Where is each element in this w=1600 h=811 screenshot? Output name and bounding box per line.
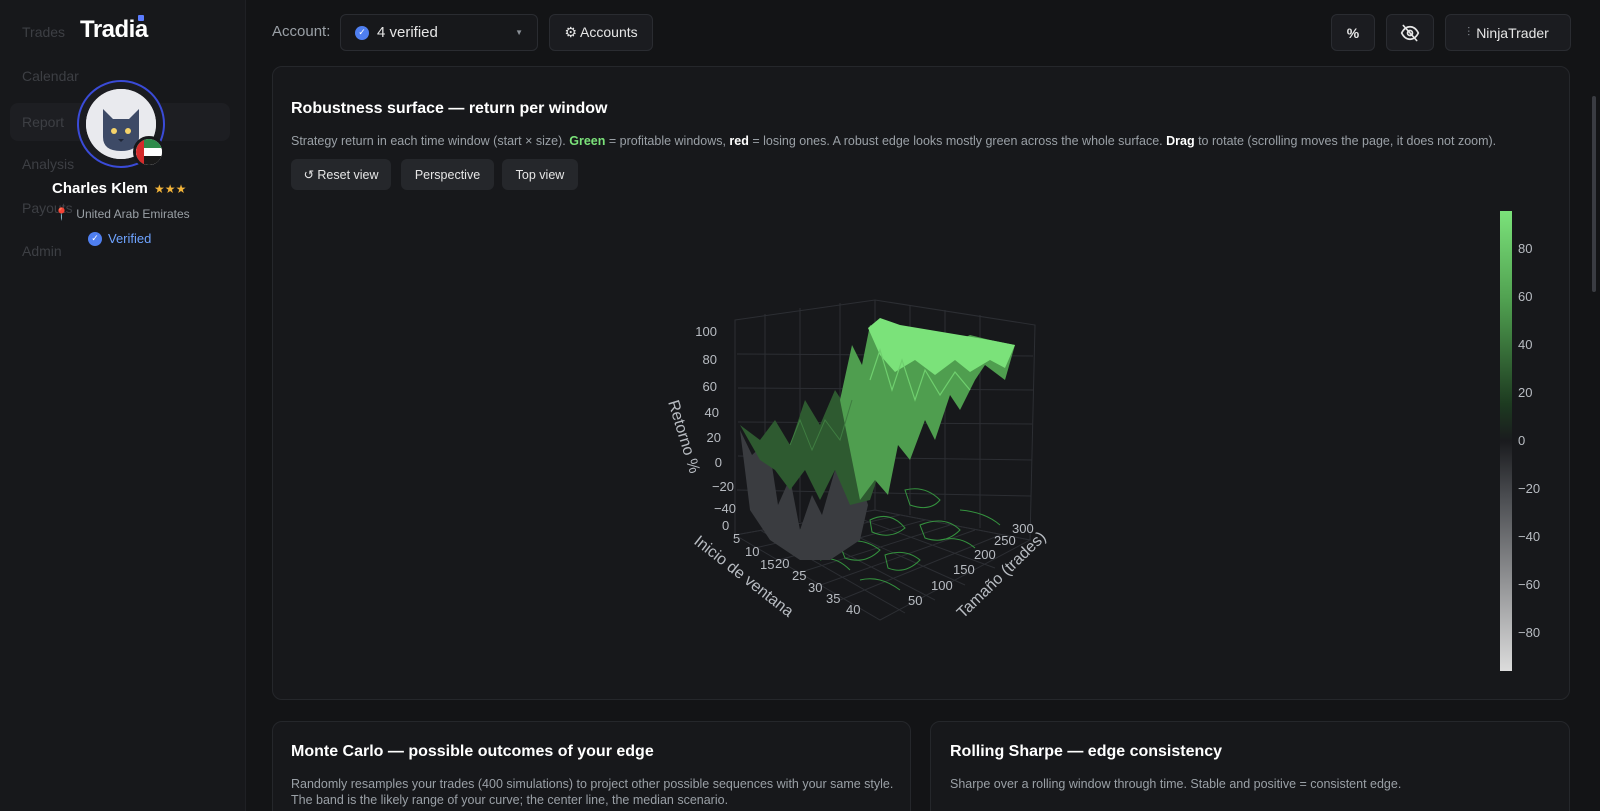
x-tick-4: 20 — [775, 556, 789, 571]
colorbar-gradient — [1500, 211, 1512, 671]
y-axis: 50 100 150 200 250 300 Tamaño (trades) — [908, 521, 1050, 622]
montecarlo-title: Monte Carlo — possible outcomes of your … — [291, 743, 654, 760]
colorbar-tick-8: −80 — [1518, 625, 1540, 640]
z-tick-2: 60 — [703, 379, 717, 394]
colorbar-tick-6: −40 — [1518, 529, 1540, 544]
colorbar-tick-0: 80 — [1518, 241, 1532, 256]
z-tick-0: 100 — [695, 324, 717, 339]
colorbar-tick-1: 60 — [1518, 289, 1532, 304]
z-axis-title: Retorno % — [664, 398, 702, 475]
z-axis: 100 80 60 40 20 0 −20 −40 Retorno % — [664, 324, 736, 516]
colorbar-tick-2: 40 — [1518, 337, 1532, 352]
x-tick-2: 10 — [745, 544, 759, 559]
y-tick-2: 150 — [953, 562, 975, 577]
rolling-sharpe-description: Sharpe over a rolling window through tim… — [950, 777, 1402, 791]
surface-chart[interactable]: 100 80 60 40 20 0 −20 −40 Retorno % 0 5 … — [0, 0, 1600, 811]
colorbar-tick-7: −60 — [1518, 577, 1540, 592]
z-tick-1: 80 — [703, 352, 717, 367]
x-tick-7: 35 — [826, 591, 840, 606]
z-tick-5: 0 — [715, 455, 722, 470]
montecarlo-description: Randomly resamples your trades (400 simu… — [291, 777, 894, 807]
x-tick-6: 30 — [808, 580, 822, 595]
x-tick-1: 5 — [733, 531, 740, 546]
x-tick-8: 40 — [846, 602, 860, 617]
colorbar-tick-3: 20 — [1518, 385, 1532, 400]
y-tick-5: 300 — [1012, 521, 1034, 536]
app-root: Trades Calendar Report Analysis Payouts … — [0, 0, 1600, 811]
z-tick-7: −40 — [714, 501, 736, 516]
colorbar-tick-4: 0 — [1518, 433, 1525, 448]
x-tick-3: 15 — [760, 557, 774, 572]
y-tick-3: 200 — [974, 547, 996, 562]
z-tick-3: 40 — [705, 405, 719, 420]
y-tick-1: 100 — [931, 578, 953, 593]
z-tick-4: 20 — [707, 430, 721, 445]
x-tick-5: 25 — [792, 568, 806, 583]
z-tick-6: −20 — [712, 479, 734, 494]
y-tick-0: 50 — [908, 593, 922, 608]
page-scrollbar[interactable] — [1592, 96, 1596, 292]
colorbar-tick-5: −20 — [1518, 481, 1540, 496]
rolling-sharpe-title: Rolling Sharpe — edge consistency — [950, 743, 1223, 760]
rolling-sharpe-card — [930, 721, 1570, 811]
x-tick-0: 0 — [722, 518, 729, 533]
colorbar: 80 60 40 20 0 −20 −40 −60 −80 — [1500, 211, 1540, 671]
